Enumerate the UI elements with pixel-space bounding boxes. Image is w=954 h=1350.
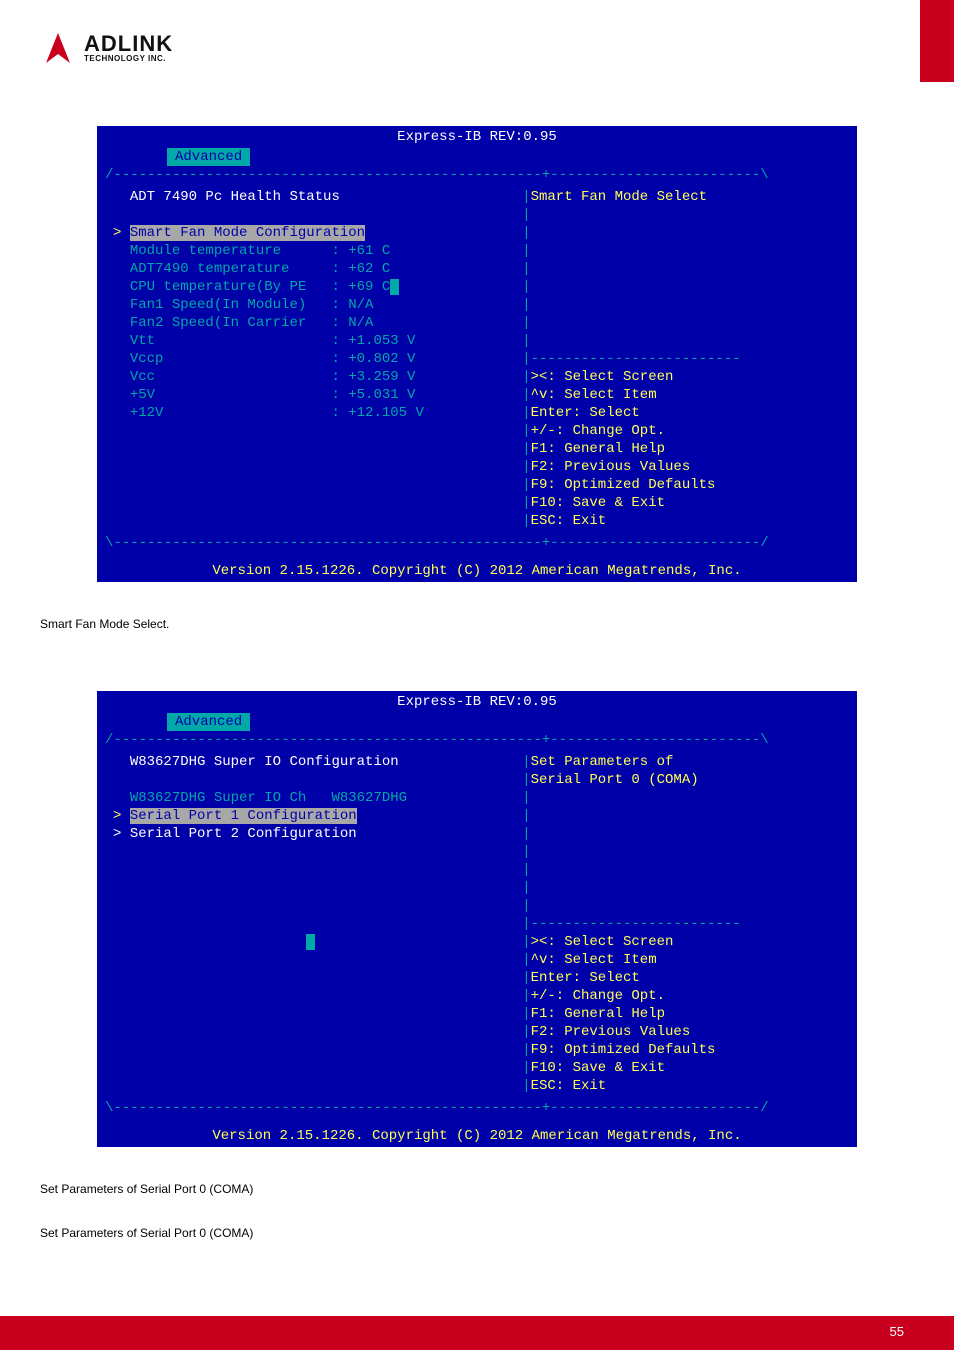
bios-item: Vtt : +1.053 V [113, 332, 506, 350]
bios-tabrow: Advanced [97, 148, 857, 166]
bios-item: > Smart Fan Mode Configuration [113, 224, 506, 242]
bios-help: F9: Optimized Defaults [531, 1042, 716, 1058]
logo-big: ADLINK [84, 33, 173, 55]
bios-title: Express-IB REV:0.95 [97, 126, 857, 148]
bios-item: +12V : +12.105 V [113, 404, 506, 422]
bios-heading: W83627DHG Super IO Configuration [130, 754, 399, 770]
logo-text: ADLINK TECHNOLOGY INC. [84, 33, 173, 63]
bios-help-top: Serial Port 0 (COMA) [531, 772, 699, 788]
bios-heading: ADT 7490 Pc Health Status [130, 189, 340, 205]
caption-smart-fan: Smart Fan Mode Select. [40, 617, 914, 631]
caption-serial-2: Set Parameters of Serial Port 0 (COMA) [40, 1226, 914, 1240]
bios-item: Vccp : +0.802 V [113, 350, 506, 368]
bios-item: ADT7490 temperature : +62 C [113, 260, 506, 278]
bios-item: Fan2 Speed(In Carrier : N/A [113, 314, 506, 332]
bios-item: +5V : +5.031 V [113, 386, 506, 404]
bios-item-selected: Smart Fan Mode Configuration [130, 225, 365, 241]
bios-item: W83627DHG Super IO Ch W83627DHG [113, 789, 506, 807]
bios-item: Vcc : +3.259 V [113, 368, 506, 386]
bios-help: F2: Previous Values [531, 1024, 691, 1040]
bios-screenshot-superio: Express-IB REV:0.95 Advanced /----------… [97, 691, 857, 1147]
bios-help: F1: General Help [531, 1006, 665, 1022]
bios-help: Enter: Select [531, 970, 640, 986]
bios-help: F10: Save & Exit [531, 495, 665, 511]
bios-item: CPU temperature(By PE : +69 C [113, 278, 506, 296]
bios-screenshot-health: Express-IB REV:0.95 Advanced /----------… [97, 126, 857, 582]
header-red-stripe [920, 0, 954, 82]
bios-help: ESC: Exit [531, 513, 607, 529]
bios-item-selected: Serial Port 1 Configuration [130, 808, 357, 824]
bios-help: F10: Save & Exit [531, 1060, 665, 1076]
bios-tabrow: Advanced [97, 713, 857, 731]
bios-item: Module temperature : +61 C [113, 242, 506, 260]
bios-help: ^v: Select Item [531, 952, 657, 968]
bios-help: ^v: Select Item [531, 387, 657, 403]
bios-tab-advanced: Advanced [167, 713, 250, 731]
logo-block: ADLINK TECHNOLOGY INC. [40, 30, 173, 66]
bios-copyright: Version 2.15.1226. Copyright (C) 2012 Am… [97, 1125, 857, 1147]
caption-serial-1: Set Parameters of Serial Port 0 (COMA) [40, 1182, 914, 1196]
header: ADLINK TECHNOLOGY INC. [40, 30, 914, 66]
bios-cursor [306, 934, 314, 950]
bios-right-col: |Smart Fan Mode Select | | | | | | | | |… [514, 184, 849, 534]
bios-item: > Serial Port 2 Configuration [113, 825, 506, 843]
bios-help: +/-: Change Opt. [531, 423, 665, 439]
bios-body: /---------------------------------------… [97, 731, 857, 1125]
bios-help-top: Set Parameters of [531, 754, 674, 770]
bios-help: ><: Select Screen [531, 369, 674, 385]
bios-cursor [390, 279, 398, 295]
page-number: 55 [890, 1324, 904, 1339]
bios-left-col: W83627DHG Super IO Configuration W83627D… [105, 749, 514, 1099]
bios-help: F9: Optimized Defaults [531, 477, 716, 493]
bios-title: Express-IB REV:0.95 [97, 691, 857, 713]
bios-help: F2: Previous Values [531, 459, 691, 475]
bios-help: ><: Select Screen [531, 934, 674, 950]
bios-item: > Serial Port 1 Configuration [113, 807, 506, 825]
bios-tab-advanced: Advanced [167, 148, 250, 166]
bios-border-bottom: \---------------------------------------… [105, 1099, 849, 1117]
bios-border-bottom: \---------------------------------------… [105, 534, 849, 552]
bios-help: Enter: Select [531, 405, 640, 421]
bios-item: Fan1 Speed(In Module) : N/A [113, 296, 506, 314]
page-footer: 55 [0, 1316, 954, 1350]
bios-left-col: ADT 7490 Pc Health Status > Smart Fan Mo… [105, 184, 514, 534]
bios-border-top: /---------------------------------------… [105, 166, 849, 184]
bios-help: ESC: Exit [531, 1078, 607, 1094]
logo-icon [40, 30, 76, 66]
bios-right-col: |Set Parameters of |Serial Port 0 (COMA)… [514, 749, 849, 1099]
bios-help: +/-: Change Opt. [531, 988, 665, 1004]
bios-body: /---------------------------------------… [97, 166, 857, 560]
bios-help-top: Smart Fan Mode Select [531, 189, 707, 205]
logo-small: TECHNOLOGY INC. [84, 55, 173, 63]
page: ADLINK TECHNOLOGY INC. Express-IB REV:0.… [0, 0, 954, 1350]
bios-copyright: Version 2.15.1226. Copyright (C) 2012 Am… [97, 560, 857, 582]
bios-help: F1: General Help [531, 441, 665, 457]
bios-border-top: /---------------------------------------… [105, 731, 849, 749]
